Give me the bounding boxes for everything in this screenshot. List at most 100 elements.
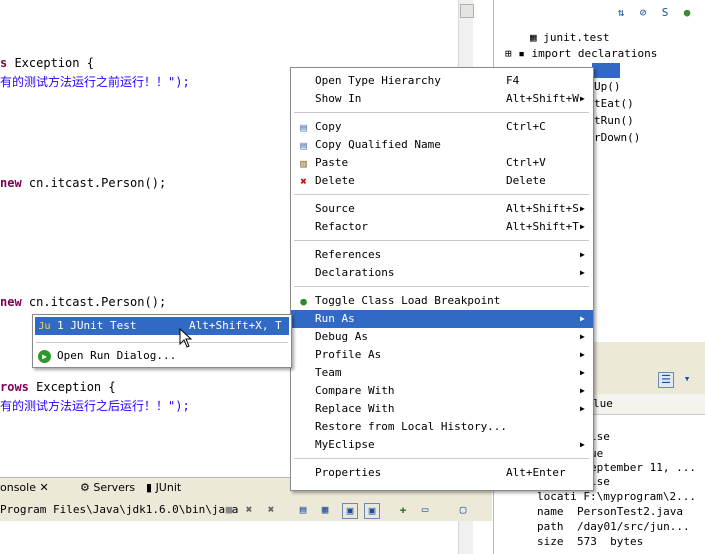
clear-console-icon[interactable]: ▤ (296, 503, 310, 517)
display-console-icon[interactable]: ▭ (418, 503, 432, 517)
menu-item-label: Delete (315, 174, 355, 187)
menu-item-open-type-hierarchy[interactable]: Open Type Hierarchy F4 (291, 72, 593, 90)
outline-item-testrun[interactable]: tRun() (594, 114, 634, 127)
categories-icon[interactable]: ☰ (658, 372, 674, 388)
menu-item-label: Declarations (315, 266, 395, 279)
menu-item-compare-with[interactable]: Compare With ▶ (291, 382, 593, 400)
submenu-item-shortcut: Alt+Shift+X, T (189, 319, 282, 332)
submenu-arrow-icon: ▶ (580, 350, 585, 359)
menu-item-label: Paste (315, 156, 349, 169)
menu-separator (294, 112, 589, 113)
hide-static-icon[interactable]: S (658, 6, 672, 20)
outline-item-package[interactable]: ▦ junit.test (530, 31, 609, 44)
console-scrollbar[interactable] (458, 521, 473, 554)
submenu-item-1-junit-test[interactable]: Ju 1 JUnit Test Alt+Shift+X, T (35, 317, 289, 335)
menu-item-label: Run As (315, 312, 355, 325)
remove-launch-icon[interactable]: ✖ (242, 503, 256, 517)
menu-item-source[interactable]: Source Alt+Shift+S ▶ (291, 200, 593, 218)
tab-junit[interactable]: ▮ JUnit (146, 481, 181, 494)
open-console-icon[interactable]: ▢ (456, 503, 470, 517)
console-launch-path: Program Files\Java\jdk1.6.0\bin\java (0, 503, 239, 516)
menu-item-label: Open Type Hierarchy (315, 74, 441, 87)
menu-item-shortcut: Ctrl+C (506, 120, 546, 133)
submenu-arrow-icon: ▶ (580, 332, 585, 341)
code-line-1: s Exception { (0, 56, 94, 70)
menu-item-label: Toggle Class Load Breakpoint (315, 294, 501, 307)
menu-item-declarations[interactable]: Declarations ▶ (291, 264, 593, 282)
view-menu-icon[interactable]: ▾ (680, 372, 694, 386)
submenu-arrow-icon: ▶ (580, 440, 585, 449)
menu-item-references[interactable]: References ▶ (291, 246, 593, 264)
show-on-error-icon[interactable]: ▣ (364, 503, 380, 519)
tab-servers[interactable]: ⚙ Servers (80, 481, 135, 494)
submenu-arrow-icon: ▶ (580, 222, 585, 231)
terminate-icon[interactable]: ■ (222, 503, 236, 517)
copy-qualified-icon: ▤ (300, 139, 307, 152)
menu-separator (294, 194, 589, 195)
outline-toolbar: ⇅ ⊘ S ● (600, 4, 704, 22)
menu-item-run-as[interactable]: Run As ▶ (291, 310, 593, 328)
property-row: eptember 11, ... (590, 461, 696, 474)
submenu-arrow-icon: ▶ (580, 268, 585, 277)
menu-item-label: MyEclipse (315, 438, 375, 451)
context-menu: Open Type Hierarchy F4 Show In Alt+Shift+W ▶… (290, 67, 594, 491)
scroll-lock-icon[interactable]: ▦ (318, 503, 332, 517)
outline-item-setup[interactable]: Up() (594, 80, 621, 93)
console-output[interactable] (0, 521, 492, 554)
menu-item-replace-with[interactable]: Replace With ▶ (291, 400, 593, 418)
mouse-cursor-icon (179, 328, 193, 348)
menu-separator (294, 458, 589, 459)
breakpoint-icon: ● (300, 295, 307, 308)
tab-console[interactable]: onsole ✕ (0, 481, 49, 494)
junit-icon: Ju (38, 321, 51, 332)
property-row: locati F:\myprogram\2... (537, 490, 696, 503)
property-row: size 573 bytes (537, 535, 644, 548)
pin-console-icon[interactable]: ✚ (396, 503, 410, 517)
outline-item-imports[interactable]: ⊞ ▪ import declarations (505, 47, 657, 60)
submenu-arrow-icon: ▶ (580, 368, 585, 377)
submenu-arrow-icon: ▶ (580, 386, 585, 395)
outline-item-testeat[interactable]: tEat() (594, 97, 634, 110)
copy-icon: ▤ (300, 121, 307, 134)
menu-item-copy-qualified-name[interactable]: ▤ Copy Qualified Name (291, 136, 593, 154)
hide-nonpublic-icon[interactable]: ● (680, 6, 694, 20)
submenu-item-label: 1 JUnit Test (57, 319, 137, 332)
submenu-item-open-run-dialog[interactable]: ▶ Open Run Dialog... (35, 347, 289, 365)
scroll-up-icon[interactable] (460, 4, 474, 18)
paste-icon: ▥ (300, 157, 307, 170)
menu-item-refactor[interactable]: Refactor Alt+Shift+T ▶ (291, 218, 593, 236)
properties-column-header: lue (590, 394, 705, 415)
run-as-submenu: Ju 1 JUnit Test Alt+Shift+X, T ▶ Open Run Di… (32, 314, 292, 368)
menu-item-shortcut: Alt+Shift+W (506, 92, 579, 105)
menu-item-label: Team (315, 366, 342, 379)
menu-item-shortcut: Delete (506, 174, 546, 187)
submenu-arrow-icon: ▶ (580, 314, 585, 323)
menu-item-team[interactable]: Team ▶ (291, 364, 593, 382)
menu-item-shortcut: Alt+Shift+S (506, 202, 579, 215)
outline-item-selected[interactable] (592, 63, 620, 78)
menu-item-label: Restore from Local History... (315, 420, 508, 433)
menu-separator (294, 240, 589, 241)
menu-item-debug-as[interactable]: Debug As ▶ (291, 328, 593, 346)
sort-icon[interactable]: ⇅ (614, 6, 628, 20)
remove-all-icon[interactable]: ✖ (264, 503, 278, 517)
menu-item-show-in[interactable]: Show In Alt+Shift+W ▶ (291, 90, 593, 108)
menu-item-myeclipse[interactable]: MyEclipse ▶ (291, 436, 593, 454)
menu-separator (294, 286, 589, 287)
menu-item-toggle-class-load-breakpoint[interactable]: ● Toggle Class Load Breakpoint (291, 292, 593, 310)
menu-item-restore-from-local-history[interactable]: Restore from Local History... (291, 418, 593, 436)
property-row: path/day01/src/jun... (537, 520, 690, 533)
show-on-output-icon[interactable]: ▣ (342, 503, 358, 519)
menu-item-shortcut: Alt+Shift+T (506, 220, 579, 233)
menu-item-paste[interactable]: ▥ Paste Ctrl+V (291, 154, 593, 172)
submenu-arrow-icon: ▶ (580, 404, 585, 413)
menu-item-label: Debug As (315, 330, 368, 343)
menu-item-delete[interactable]: ✖ Delete Delete (291, 172, 593, 190)
hide-fields-icon[interactable]: ⊘ (636, 6, 650, 20)
menu-item-profile-as[interactable]: Profile As ▶ (291, 346, 593, 364)
menu-item-properties[interactable]: Properties Alt+Enter (291, 464, 593, 482)
property-row: name PersonTest2.java (537, 505, 683, 518)
menu-item-copy[interactable]: ▤ Copy Ctrl+C (291, 118, 593, 136)
run-icon: ▶ (38, 350, 51, 363)
outline-item-teardown[interactable]: rDown() (594, 131, 640, 144)
